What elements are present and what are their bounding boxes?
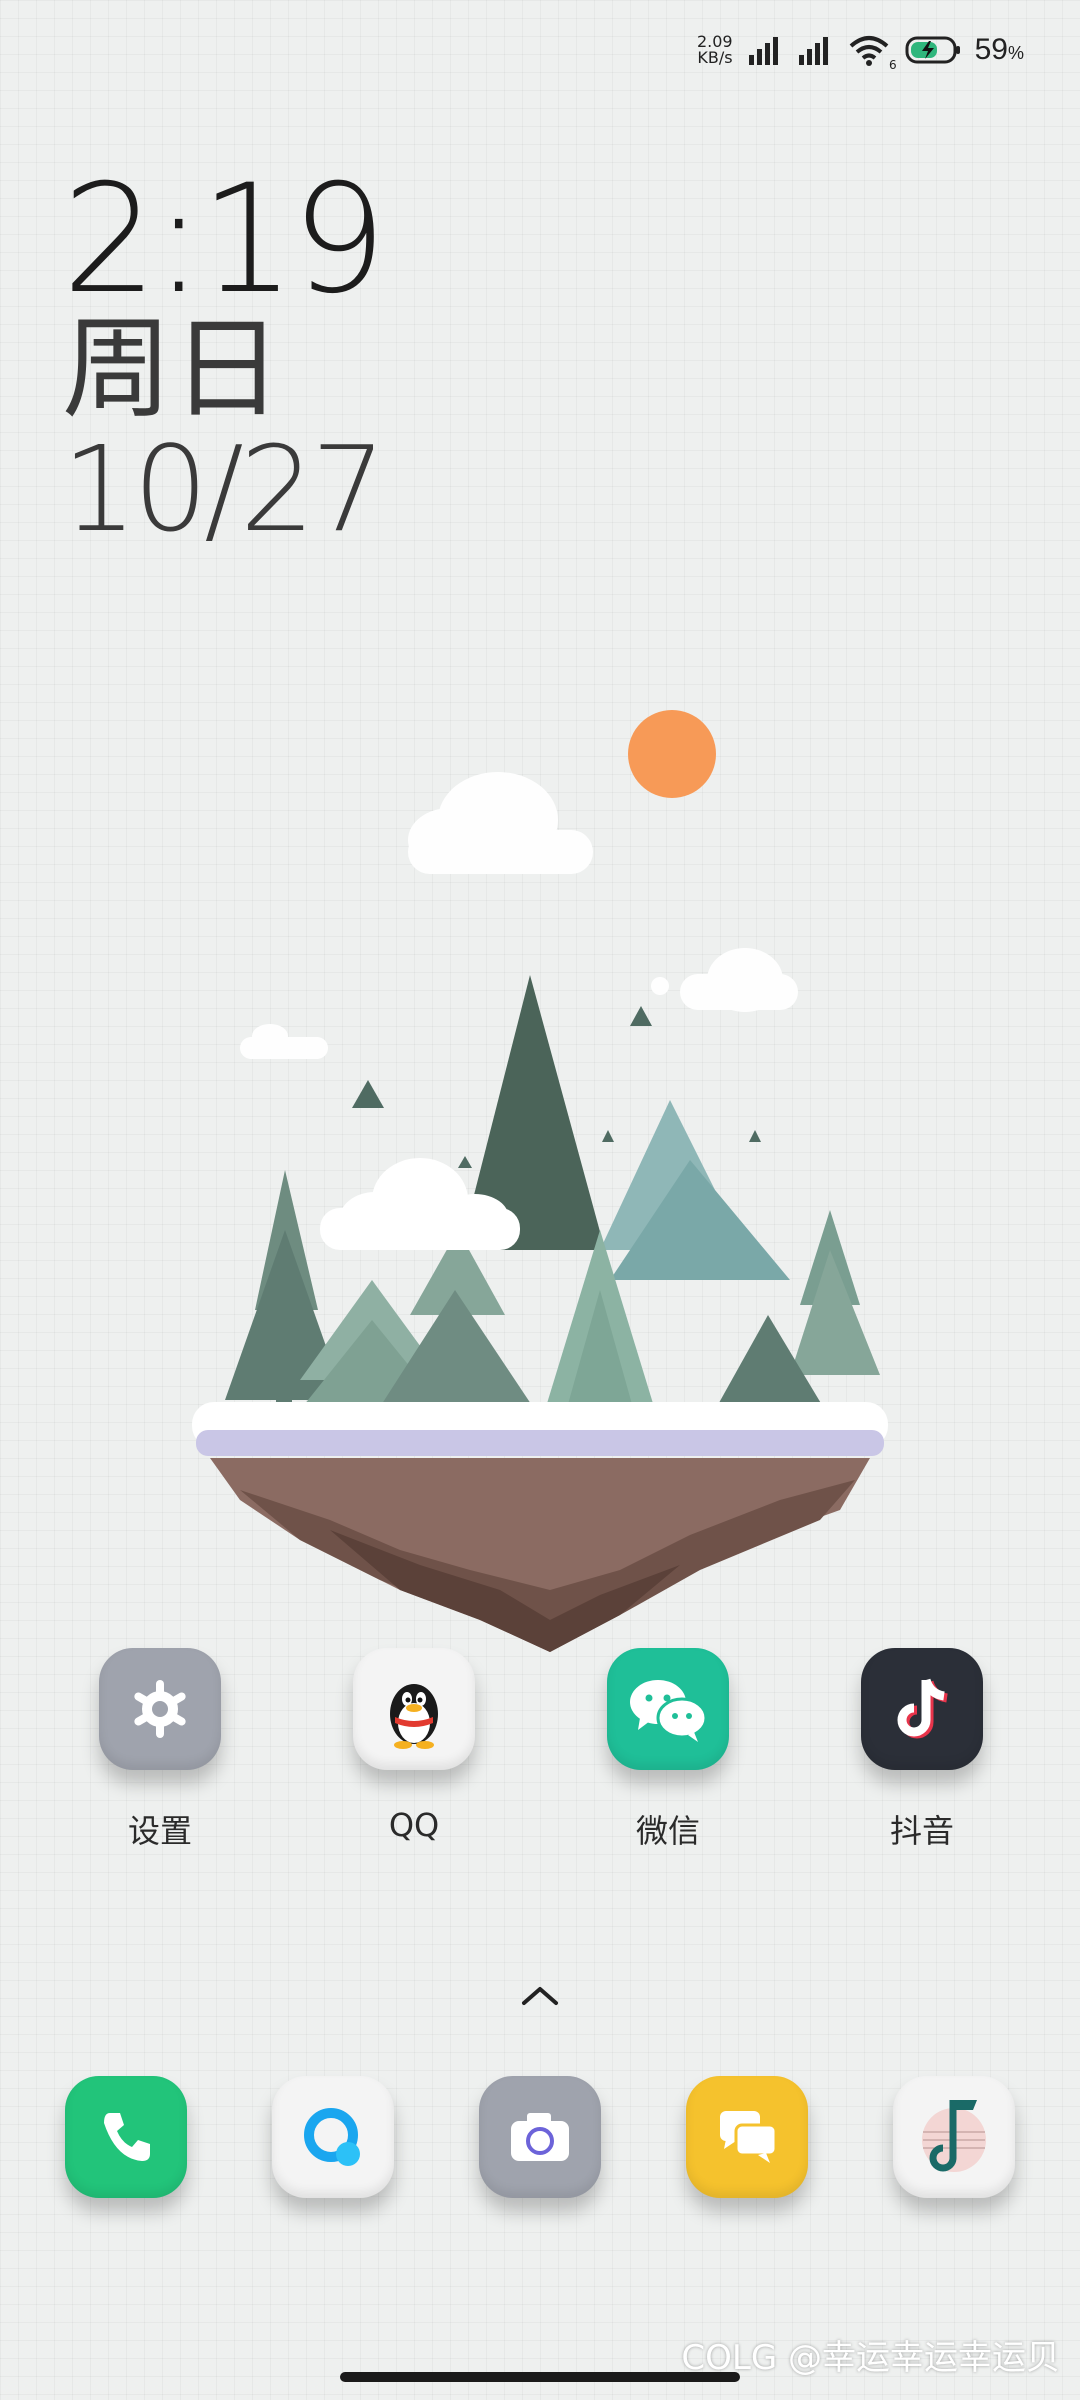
- messages-icon[interactable]: [686, 2076, 808, 2198]
- camera-icon[interactable]: [479, 2076, 601, 2198]
- qq-penguin-icon[interactable]: [353, 1648, 475, 1770]
- battery-percent-value: 59: [974, 33, 1008, 66]
- chevron-up-icon[interactable]: [520, 1983, 560, 2007]
- app-settings[interactable]: 设置: [70, 1648, 250, 1852]
- app-label: 微信: [635, 1812, 700, 1850]
- browser-icon[interactable]: [272, 2076, 394, 2198]
- app-row: 设置 QQ 微信 抖音: [0, 1648, 1080, 1868]
- battery-charging-icon: [905, 35, 961, 65]
- status-bar: 2.09 KB/s 6 59%: [697, 28, 1024, 72]
- watermark: COLG @幸运幸运幸运贝: [681, 2338, 1060, 2378]
- network-speed-unit: KB/s: [697, 48, 733, 67]
- music-note-icon[interactable]: [893, 2076, 1015, 2198]
- wallpaper-floating-island: [192, 710, 888, 1652]
- clock-time: 2:19: [62, 153, 387, 327]
- clock-weekday: 周日: [62, 305, 282, 433]
- dock: [0, 2076, 1080, 2206]
- wechat-icon[interactable]: [607, 1648, 729, 1770]
- clock-widget[interactable]: 2:19 周日 10/27: [62, 153, 387, 558]
- tiktok-icon[interactable]: [861, 1648, 983, 1770]
- battery-percent-sign: %: [1007, 43, 1024, 63]
- app-douyin[interactable]: 抖音: [832, 1648, 1012, 1852]
- app-label: QQ: [388, 1806, 440, 1844]
- app-qq[interactable]: QQ: [324, 1648, 504, 1844]
- signal-icon: [797, 35, 833, 65]
- app-label: 设置: [127, 1812, 192, 1850]
- clock-date: 10/27: [62, 420, 386, 558]
- home-indicator[interactable]: [340, 2372, 740, 2382]
- wifi-icon: 6: [847, 34, 897, 72]
- wifi-badge: 6: [888, 58, 897, 72]
- network-speed: 2.09 KB/s: [697, 34, 733, 66]
- phone-icon[interactable]: [65, 2076, 187, 2198]
- settings-gear-icon[interactable]: [99, 1648, 221, 1770]
- app-label: 抖音: [889, 1812, 954, 1850]
- app-wechat[interactable]: 微信: [578, 1648, 758, 1852]
- signal-icon: [747, 35, 783, 65]
- battery-percentage: 59%: [975, 33, 1024, 67]
